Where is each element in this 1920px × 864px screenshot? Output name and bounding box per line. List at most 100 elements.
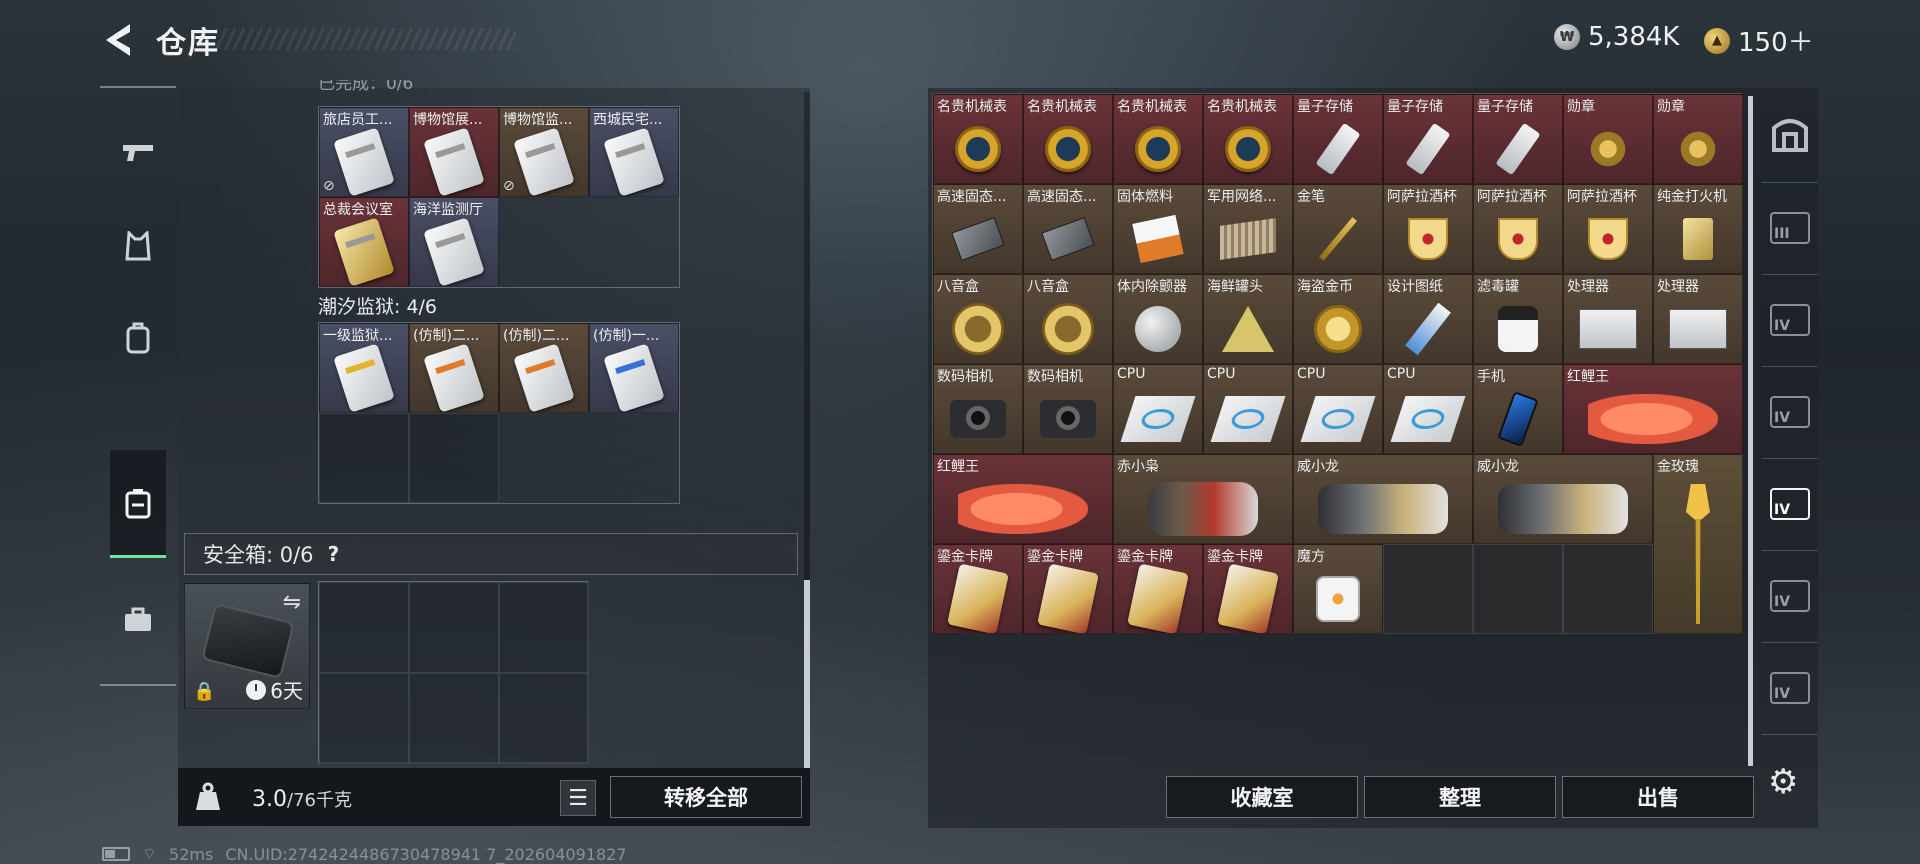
stash-item[interactable]: 高速固态... [1023,184,1113,274]
stash-tab-2[interactable]: III [1762,184,1818,272]
swap-icon[interactable]: ⇋ [283,590,301,615]
stash-item[interactable]: 纯金打火机 [1653,184,1743,274]
tab-divider [1762,550,1818,551]
safe-slot[interactable] [499,673,589,764]
keycard-item[interactable]: (仿制)二... [409,323,499,413]
stash-item[interactable]: 金笔 [1293,184,1383,274]
gun-icon[interactable] [110,124,166,180]
gear-icon[interactable]: ⚙ [1768,762,1798,802]
stash-item[interactable]: 量子存储 [1473,94,1563,184]
briefcase-icon[interactable] [110,592,166,648]
stash-item[interactable]: 名贵机械表 [1113,94,1203,184]
stash-item[interactable]: 处理器 [1653,274,1743,364]
stash-item[interactable]: 海盗金币 [1293,274,1383,364]
stash-item[interactable]: CPU [1383,364,1473,454]
stash-item[interactable]: 滤毒罐 [1473,274,1563,364]
safe-slot[interactable] [409,673,499,764]
safe-box-item[interactable]: ⇋ 🔒 6天 [184,583,310,709]
left-scroll-thumb[interactable] [804,580,810,768]
stash-item[interactable]: 海鲜罐头 [1203,274,1293,364]
filter-icon [1474,299,1562,359]
sell-button[interactable]: 出售 [1562,776,1754,818]
stash-item[interactable]: 设计图纸 [1383,274,1473,364]
help-icon[interactable]: ? [328,542,340,566]
stash-item[interactable]: 鎏金卡牌 [1023,544,1113,634]
stash-item[interactable]: 高速固态... [933,184,1023,274]
stash-item[interactable]: 固体燃料 [1113,184,1203,274]
collection-room-button[interactable]: 收藏室 [1166,776,1358,818]
keycard-item[interactable]: (仿制)一... [589,323,679,413]
keycard-item[interactable]: 海洋监测厅 [409,197,499,287]
keycard-item[interactable]: 旅店员工... ⊘ [319,107,409,197]
sort-button[interactable]: 整理 [1364,776,1556,818]
right-scroll-thumb[interactable] [1748,96,1753,766]
safe-slot[interactable] [319,582,409,673]
keycard-item[interactable]: 博物馆监... ⊘ [499,107,589,197]
stash-item[interactable]: 量子存储 [1383,94,1473,184]
stash-tab-4[interactable]: IV [1762,368,1818,456]
item-label: 勋章 [1657,99,1685,115]
list-view-button[interactable]: ☰ [560,780,596,816]
safe-slot[interactable] [319,673,409,764]
vest-icon[interactable] [110,218,166,274]
stash-item[interactable]: 阿萨拉酒杯 [1563,184,1653,274]
stash-item[interactable]: CPU [1203,364,1293,454]
stash-item[interactable]: 名贵机械表 [933,94,1023,184]
back-arrow-icon[interactable] [100,20,136,60]
stash-item[interactable]: 红鲤王 [933,454,1113,544]
list-icon: ☰ [568,785,588,811]
stash-item[interactable]: 体内除颤器 [1113,274,1203,364]
stash-item[interactable]: 阿萨拉酒杯 [1473,184,1563,274]
stash-item[interactable]: 威小龙 [1293,454,1473,544]
stash-item[interactable]: 勋章 [1563,94,1653,184]
stash-item[interactable]: 赤小枭 [1113,454,1293,544]
keycard-item[interactable]: 总裁会议室 [319,197,409,287]
keycard-item[interactable]: 一级监狱... [319,323,409,413]
stash-item[interactable]: 金玫瑰 [1653,454,1743,634]
stash-item[interactable]: 勋章 [1653,94,1743,184]
keycard-item[interactable]: 博物馆展... [409,107,499,197]
stash-item[interactable]: 鎏金卡牌 [1113,544,1203,634]
item-label: 设计图纸 [1387,279,1443,295]
stash-item[interactable]: CPU [1113,364,1203,454]
empty-slot[interactable] [1563,544,1653,634]
item-label: 军用网络... [1207,189,1277,205]
stash-tab-5[interactable]: IV [1762,460,1818,548]
stash-item[interactable]: 阿萨拉酒杯 [1383,184,1473,274]
stash-item[interactable]: 八音盒 [1023,274,1113,364]
empty-slot[interactable] [1383,544,1473,634]
stash-item[interactable]: 魔方 [1293,544,1383,634]
stash-item[interactable]: 八音盒 [933,274,1023,364]
safe-slot[interactable] [499,582,589,673]
stash-tab-6[interactable]: IV [1762,552,1818,640]
safe-slot[interactable] [409,582,499,673]
stash-item[interactable]: 军用网络... [1203,184,1293,274]
stash-item[interactable]: CPU [1293,364,1383,454]
stash-tier-icon: IV [1770,580,1810,612]
safe-case-icon [201,602,295,680]
stash-item[interactable]: 数码相机 [1023,364,1113,454]
silver-currency[interactable]: ₩ 5,384K [1554,22,1679,52]
keycard-item[interactable]: (仿制)二... [499,323,589,413]
stash-tab-7[interactable]: IV [1762,644,1818,732]
stash-tab-1[interactable] [1762,92,1818,180]
empty-slot[interactable] [1473,544,1563,634]
stash-item[interactable]: 名贵机械表 [1203,94,1293,184]
stash-item[interactable]: 数码相机 [933,364,1023,454]
stash-item[interactable]: 红鲤王 [1563,364,1743,454]
stash-item[interactable]: 量子存储 [1293,94,1383,184]
stash-item[interactable]: 处理器 [1563,274,1653,364]
backpack-icon[interactable] [110,310,166,366]
item-label: 总裁会议室 [323,202,393,218]
watch-icon [934,119,1022,179]
stash-item[interactable]: 鎏金卡牌 [933,544,1023,634]
keycard-item[interactable]: 西城民宅... [589,107,679,197]
stash-tab-3[interactable]: IV [1762,276,1818,364]
stash-item[interactable]: 名贵机械表 [1023,94,1113,184]
container-icon[interactable] [110,450,166,558]
stash-item[interactable]: 威小龙 [1473,454,1653,544]
stash-item[interactable]: 手机 [1473,364,1563,454]
stash-item[interactable]: 鎏金卡牌 [1203,544,1293,634]
gold-currency[interactable]: ▲ 150＋ [1704,22,1814,59]
transfer-all-button[interactable]: 转移全部 [610,776,802,818]
